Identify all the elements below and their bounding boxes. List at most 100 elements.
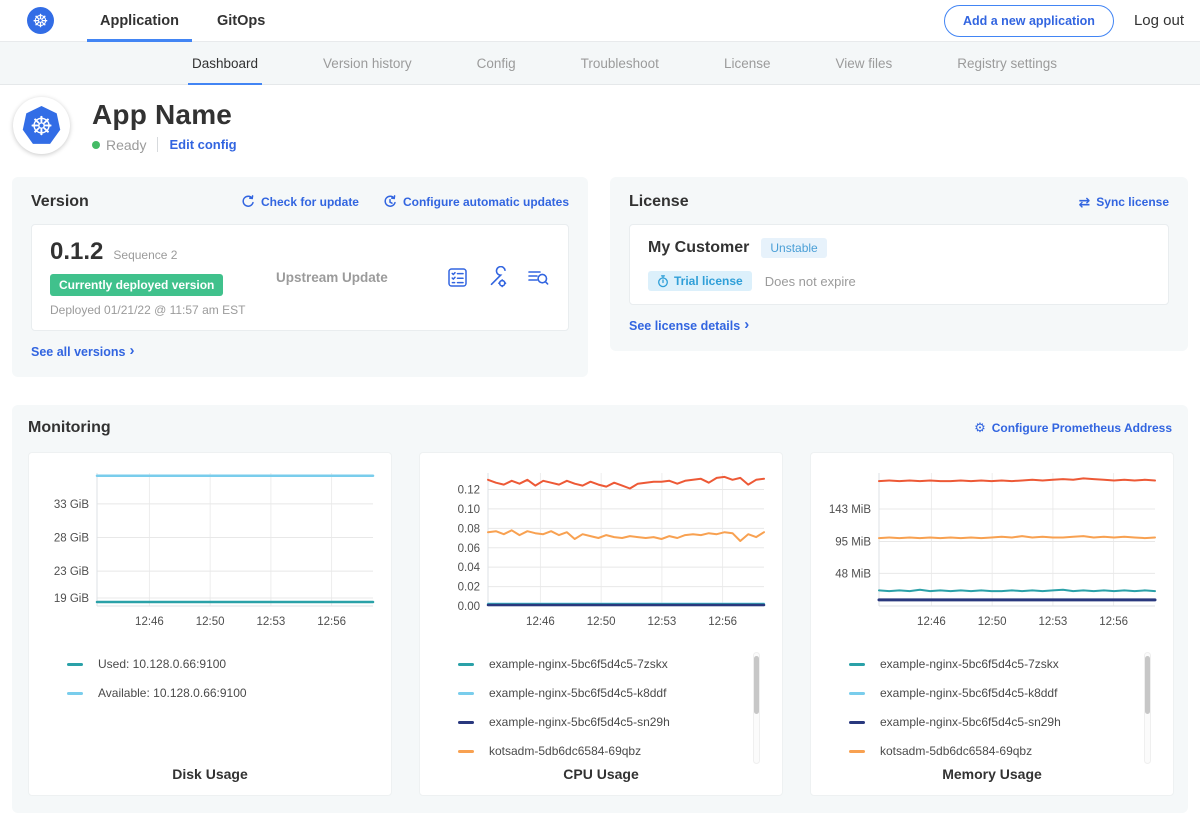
version-details: 0.1.2 Sequence 2 Currently deployed vers… (50, 238, 268, 317)
sync-license-link[interactable]: ⇄ Sync license (1079, 195, 1169, 209)
kubernetes-heptagon-icon: ☸ (22, 106, 61, 145)
current-version-card: 0.1.2 Sequence 2 Currently deployed vers… (31, 224, 569, 331)
svg-text:33 GiB: 33 GiB (54, 498, 89, 510)
legend-label: example-nginx-5bc6f5d4c5-sn29h (880, 715, 1061, 729)
channel-badge: Unstable (761, 238, 826, 258)
configure-prometheus-label: Configure Prometheus Address (992, 421, 1172, 435)
app-info: App Name Ready Edit config (92, 99, 237, 153)
version-action-icons (446, 266, 550, 289)
legend-label: example-nginx-5bc6f5d4c5-sn29h (489, 715, 670, 729)
gear-icon: ⚙ (974, 421, 986, 434)
legend-item: example-nginx-5bc6f5d4c5-7zskx (458, 650, 774, 679)
svg-text:0.00: 0.00 (458, 601, 480, 613)
svg-text:12:50: 12:50 (978, 616, 1007, 628)
sub-nav-tab-dashboard[interactable]: Dashboard (188, 42, 262, 84)
legend-scrollbar-track[interactable] (1144, 652, 1151, 764)
legend-color-dash (849, 692, 865, 695)
svg-text:0.04: 0.04 (458, 562, 481, 574)
svg-text:23 GiB: 23 GiB (54, 566, 89, 578)
chevron-right-icon: › (744, 317, 749, 332)
top-nav-tab-application[interactable]: Application (87, 0, 192, 41)
legend-item: example-nginx-5bc6f5d4c5-k8ddf (458, 679, 774, 708)
sub-nav-tab-registry-settings[interactable]: Registry settings (953, 42, 1061, 84)
legend-item: kotsadm-5db6dc6584-69qbz (458, 737, 774, 766)
legend-label: kotsadm-5db6dc6584-69qbz (880, 744, 1032, 758)
configure-automatic-updates-label: Configure automatic updates (403, 195, 569, 209)
see-all-versions-link[interactable]: See all versions › (31, 344, 135, 359)
legend-label: Used: 10.128.0.66:9100 (98, 657, 226, 671)
configure-prometheus-link[interactable]: ⚙ Configure Prometheus Address (974, 421, 1172, 435)
see-license-details-link[interactable]: See license details › (629, 318, 749, 333)
legend-item: Used: 10.128.0.66:9100 (67, 650, 383, 679)
checklist-icon[interactable] (446, 266, 469, 289)
legend-color-dash (849, 721, 865, 724)
svg-text:12:53: 12:53 (1038, 616, 1067, 628)
svg-text:12:53: 12:53 (647, 616, 676, 628)
legend-scrollbar-thumb[interactable] (1145, 656, 1150, 714)
sub-nav-tab-config[interactable]: Config (473, 42, 520, 84)
trial-license-label: Trial license (674, 274, 743, 288)
divider (157, 137, 158, 152)
ready-status-dot (92, 141, 100, 149)
legend-item: example-nginx-5bc6f5d4c5-k8ddf (849, 679, 1165, 708)
app-sub-nav: Dashboard Version history Config Troublesho… (0, 42, 1200, 85)
svg-text:12:46: 12:46 (526, 616, 555, 628)
svg-text:12:50: 12:50 (196, 616, 225, 628)
sub-nav-tab-troubleshoot[interactable]: Troubleshoot (577, 42, 663, 84)
sub-nav-tab-version-history[interactable]: Version history (319, 42, 416, 84)
lines-search-icon[interactable] (526, 266, 550, 289)
sync-license-label: Sync license (1096, 195, 1169, 209)
legend-color-dash (67, 692, 83, 695)
logout-button[interactable]: Log out (1134, 12, 1184, 29)
legend-item: example-nginx-5bc6f5d4c5-7zskx (849, 650, 1165, 679)
kubernetes-logo: ☸ (27, 7, 54, 34)
svg-text:12:53: 12:53 (256, 616, 285, 628)
schedule-update-icon (383, 195, 397, 209)
svg-text:12:56: 12:56 (708, 616, 737, 628)
cpu-usage-plot: 12:4612:5012:5312:560.120.100.080.060.04… (428, 465, 774, 638)
monitoring-section: Monitoring ⚙ Configure Prometheus Addres… (12, 405, 1188, 813)
add-application-button[interactable]: Add a new application (944, 5, 1114, 37)
legend-color-dash (458, 692, 474, 695)
check-for-update-link[interactable]: Check for update (241, 195, 359, 209)
license-type-row: Trial license Does not expire (648, 271, 1150, 291)
see-license-details-label: See license details (629, 319, 740, 333)
cpu-usage-chart-card: 12:4612:5012:5312:560.120.100.080.060.04… (419, 452, 783, 796)
sub-nav-tab-license[interactable]: License (720, 42, 775, 84)
svg-text:12:46: 12:46 (135, 616, 164, 628)
cpu-usage-title: CPU Usage (420, 766, 782, 782)
app-logo: ☸ (13, 97, 70, 154)
app-title: App Name (92, 99, 237, 131)
charts-row: 12:4612:5012:5312:5633 GiB28 GiB23 GiB19… (28, 452, 1172, 796)
svg-text:0.10: 0.10 (458, 503, 480, 515)
version-license-row: Version Check for update Configure autom… (12, 177, 1188, 377)
monitoring-actions: ⚙ Configure Prometheus Address (974, 421, 1172, 435)
legend-label: example-nginx-5bc6f5d4c5-7zskx (880, 657, 1059, 671)
monitoring-header: Monitoring ⚙ Configure Prometheus Addres… (28, 419, 1172, 437)
license-card-header: License ⇄ Sync license (629, 193, 1169, 211)
configure-automatic-updates-link[interactable]: Configure automatic updates (383, 195, 569, 209)
legend-label: Available: 10.128.0.66:9100 (98, 686, 247, 700)
wrench-gear-icon[interactable] (486, 266, 509, 289)
memory-usage-title: Memory Usage (811, 766, 1173, 782)
sub-nav-tab-view-files[interactable]: View files (831, 42, 896, 84)
disk-usage-chart-card: 12:4612:5012:5312:5633 GiB28 GiB23 GiB19… (28, 452, 392, 796)
svg-text:12:46: 12:46 (917, 616, 946, 628)
legend-color-dash (849, 750, 865, 753)
legend-color-dash (67, 663, 83, 666)
legend-scrollbar-track[interactable] (753, 652, 760, 764)
legend-item: example-nginx-5bc6f5d4c5-sn29h (849, 708, 1165, 737)
app-header: ☸ App Name Ready Edit config (0, 85, 1200, 169)
edit-config-link[interactable]: Edit config (169, 137, 236, 152)
svg-text:19 GiB: 19 GiB (54, 592, 89, 604)
stopwatch-icon (657, 275, 669, 288)
cpu-usage-legend: example-nginx-5bc6f5d4c5-7zskxexample-ng… (458, 650, 774, 766)
svg-text:48 MiB: 48 MiB (835, 568, 871, 580)
license-expiry: Does not expire (765, 274, 856, 289)
version-card-header: Version Check for update Configure autom… (31, 193, 569, 211)
legend-scrollbar-thumb[interactable] (754, 656, 759, 714)
top-nav-tab-gitops[interactable]: GitOps (204, 0, 278, 41)
customer-name: My Customer (648, 239, 749, 257)
svg-text:0.06: 0.06 (458, 542, 480, 554)
svg-text:0.12: 0.12 (458, 484, 480, 496)
